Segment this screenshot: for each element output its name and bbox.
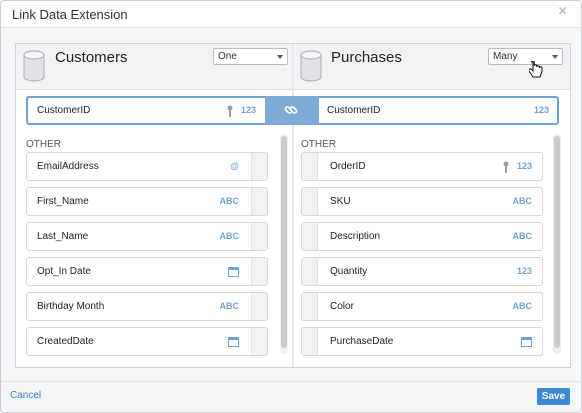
field-label: PurchaseDate xyxy=(330,336,394,347)
dialog-footer: Cancel Save xyxy=(1,381,581,412)
left-key-type: 123 xyxy=(241,105,257,115)
list-item[interactable]: Description ABC xyxy=(301,222,543,251)
field-label: CreatedDate xyxy=(37,336,94,347)
left-key-field: CustomerID xyxy=(37,105,91,116)
list-item[interactable]: Quantity 123 xyxy=(301,257,543,286)
field-label: OrderID xyxy=(330,161,366,172)
field-label: EmailAddress xyxy=(37,161,99,172)
database-icon xyxy=(300,50,322,82)
text-icon: ABC xyxy=(512,231,533,241)
left-cardinality-value: One xyxy=(218,51,237,62)
link-data-extension-dialog: Link Data Extension × Customers One Purc… xyxy=(0,0,582,413)
field-label: Color xyxy=(330,301,354,312)
drag-handle[interactable] xyxy=(251,293,267,320)
purchases-title: Purchases xyxy=(331,49,402,66)
text-icon: ABC xyxy=(219,231,240,241)
drag-handle[interactable] xyxy=(251,328,267,355)
cancel-button[interactable]: Cancel xyxy=(10,390,41,401)
save-button[interactable]: Save xyxy=(537,388,570,405)
drag-handle[interactable] xyxy=(302,328,318,355)
link-icon xyxy=(284,106,298,114)
list-item[interactable]: Opt_In Date xyxy=(26,257,268,286)
scrollbar-thumb[interactable] xyxy=(281,136,287,348)
text-icon: ABC xyxy=(219,196,240,206)
text-icon: ABC xyxy=(512,301,533,311)
column-divider xyxy=(292,44,294,367)
right-key-type: 123 xyxy=(534,105,550,115)
key-relationship-row: CustomerID 123 CustomerID 123 xyxy=(26,96,559,125)
customers-title: Customers xyxy=(55,49,128,66)
close-icon[interactable]: × xyxy=(558,4,572,20)
drag-handle[interactable] xyxy=(251,188,267,215)
field-label: First_Name xyxy=(37,196,89,207)
drag-handle[interactable] xyxy=(251,153,267,180)
right-scrollbar[interactable] xyxy=(553,134,561,354)
drag-handle[interactable] xyxy=(302,258,318,285)
text-icon: ABC xyxy=(512,196,533,206)
list-item[interactable]: CreatedDate xyxy=(26,327,268,356)
drag-handle[interactable] xyxy=(251,258,267,285)
number-icon: 123 xyxy=(516,161,532,171)
calendar-icon xyxy=(521,337,532,347)
list-item[interactable]: Color ABC xyxy=(301,292,543,321)
link-panel: Customers One Purchases Many CustomerID xyxy=(15,43,571,368)
dialog-titlebar: Link Data Extension × xyxy=(1,1,581,28)
right-key-field: CustomerID xyxy=(327,105,381,116)
link-button[interactable] xyxy=(265,96,319,125)
drag-handle[interactable] xyxy=(302,153,318,180)
key-icon xyxy=(503,161,509,173)
right-cardinality-value: Many xyxy=(493,51,518,62)
field-label: Birthday Month xyxy=(37,301,105,312)
list-item[interactable]: Birthday Month ABC xyxy=(26,292,268,321)
customers-header: Customers One xyxy=(16,44,292,90)
scrollbar-thumb[interactable] xyxy=(554,136,560,348)
list-item[interactable]: OrderID 123 xyxy=(301,152,543,181)
number-icon: 123 xyxy=(516,266,532,276)
field-label: Quantity xyxy=(330,266,368,277)
list-item[interactable]: PurchaseDate xyxy=(301,327,543,356)
text-icon: ABC xyxy=(219,301,240,311)
email-icon: @ xyxy=(230,161,239,171)
right-cardinality-select[interactable]: Many xyxy=(488,48,563,65)
list-item[interactable]: Last_Name ABC xyxy=(26,222,268,251)
chevron-down-icon xyxy=(552,55,558,59)
chevron-down-icon xyxy=(277,55,283,59)
field-label: Opt_In Date xyxy=(37,266,91,277)
calendar-icon xyxy=(228,337,239,347)
field-label: Description xyxy=(330,231,381,242)
calendar-icon xyxy=(228,267,239,277)
left-section-label: OTHER xyxy=(26,139,61,150)
dialog-title: Link Data Extension xyxy=(12,7,128,22)
right-section-label: OTHER xyxy=(301,139,336,150)
database-icon xyxy=(23,50,45,82)
list-item[interactable]: First_Name ABC xyxy=(26,187,268,216)
left-cardinality-select[interactable]: One xyxy=(213,48,288,65)
list-item[interactable]: SKU ABC xyxy=(301,187,543,216)
drag-handle[interactable] xyxy=(302,293,318,320)
drag-handle[interactable] xyxy=(251,223,267,250)
left-scrollbar[interactable] xyxy=(280,134,288,354)
hand-cursor-icon xyxy=(529,61,543,78)
drag-handle[interactable] xyxy=(302,223,318,250)
field-label: SKU xyxy=(330,196,351,207)
drag-handle[interactable] xyxy=(302,188,318,215)
field-label: Last_Name xyxy=(37,231,89,242)
list-item[interactable]: EmailAddress @ xyxy=(26,152,268,181)
key-icon xyxy=(227,105,233,117)
